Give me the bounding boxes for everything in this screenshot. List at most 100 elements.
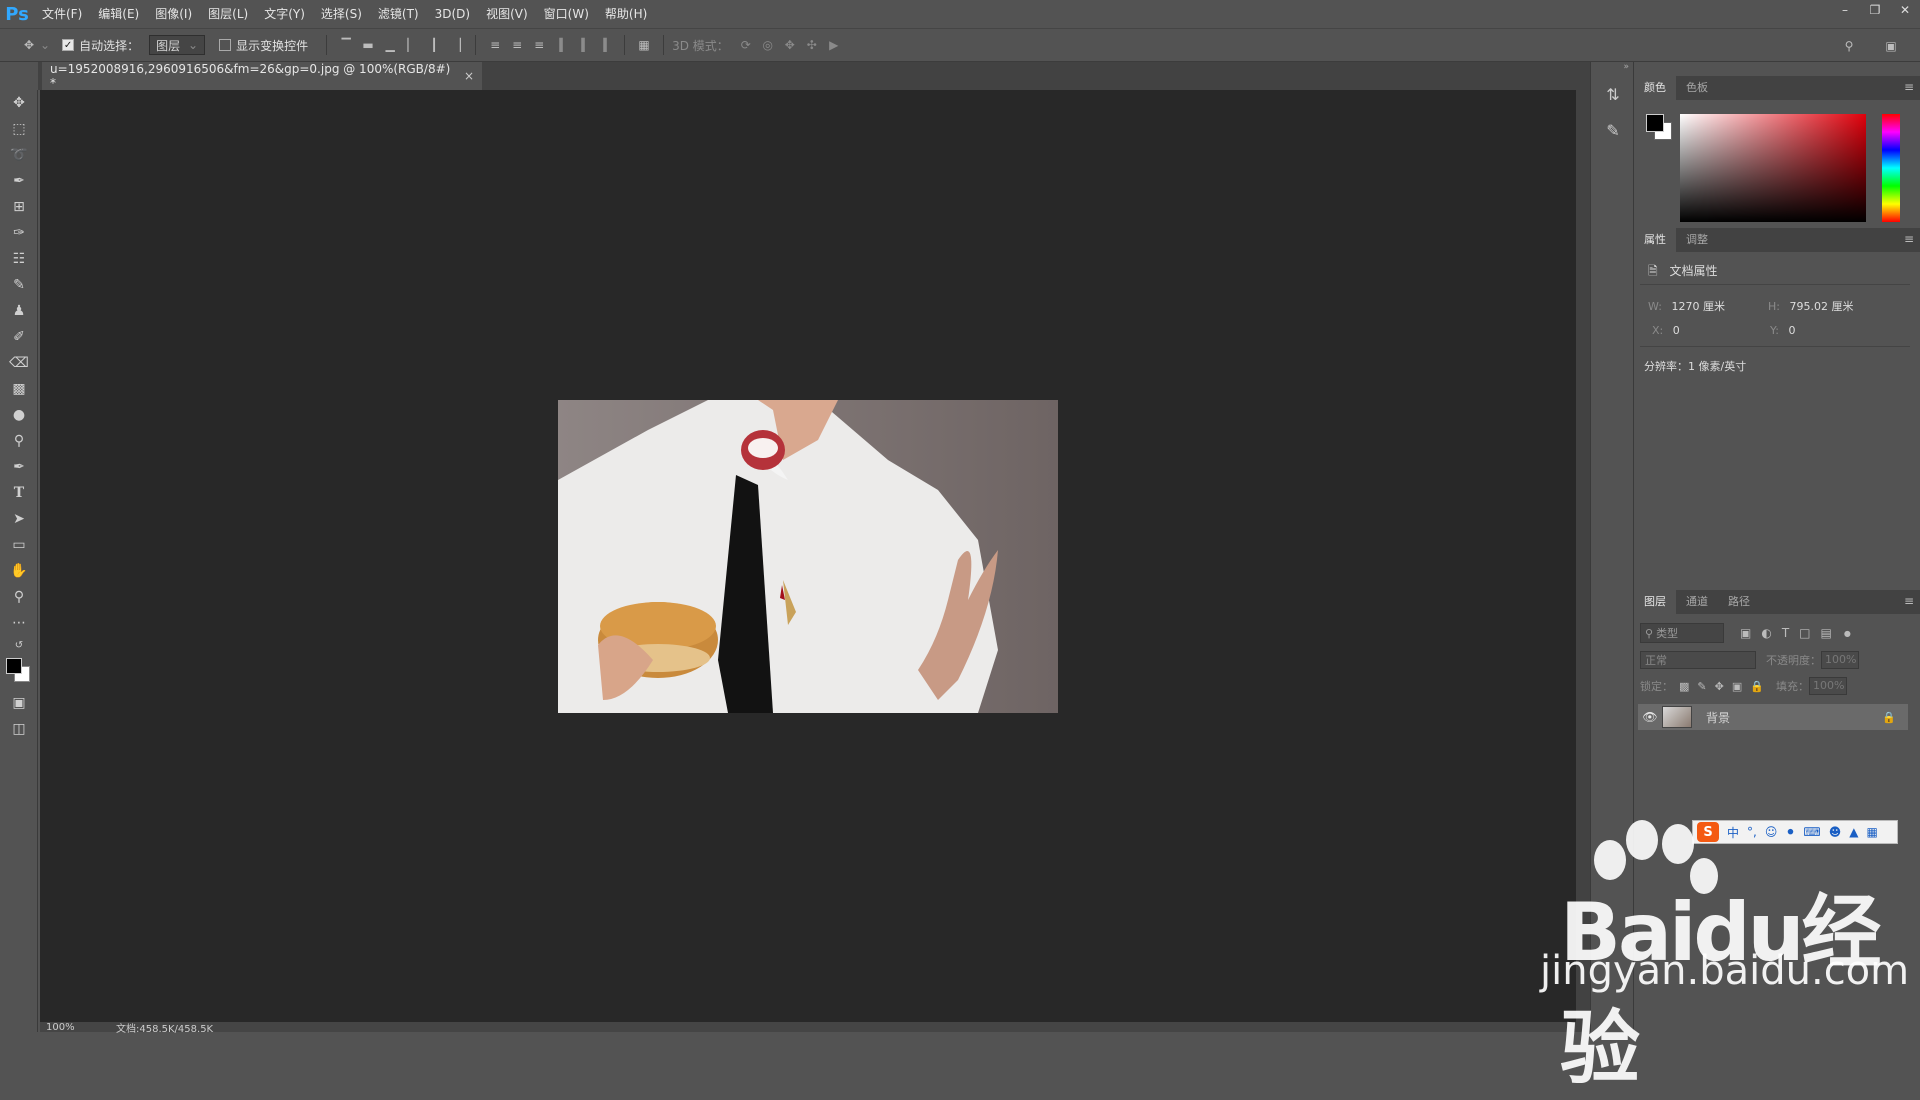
more-tools-icon[interactable]: ⋯ <box>0 610 38 636</box>
clone-stamp-tool-icon[interactable]: ♟ <box>0 298 38 324</box>
filter-pixel-icon[interactable]: ▣ <box>1740 626 1751 640</box>
tab-properties[interactable]: 属性 <box>1634 228 1676 252</box>
healing-brush-tool-icon[interactable]: ☷ <box>0 246 38 272</box>
pen-tool-icon[interactable]: ✒ <box>0 454 38 480</box>
quick-select-tool-icon[interactable]: ✒ <box>0 168 38 194</box>
filter-smart-object-icon[interactable]: ▤ <box>1821 626 1832 640</box>
marquee-tool-icon[interactable]: ⬚ <box>0 116 38 142</box>
ps-logo[interactable]: Ps <box>0 0 34 28</box>
zoom-tool-icon[interactable]: ⚲ <box>0 584 38 610</box>
screen-mode-icon[interactable]: ◫ <box>0 716 38 742</box>
menu-window[interactable]: 窗口(W) <box>536 0 597 28</box>
gradient-tool-icon[interactable]: ▩ <box>0 376 38 402</box>
move-tool-preset-icon[interactable]: ✥ <box>18 34 40 56</box>
eraser-tool-icon[interactable]: ⌫ <box>0 350 38 376</box>
menu-file[interactable]: 文件(F) <box>34 0 90 28</box>
panel-menu-icon[interactable]: ≡ <box>1904 232 1914 246</box>
history-brush-tool-icon[interactable]: ✐ <box>0 324 38 350</box>
align-bottom-icon[interactable]: ▁ <box>379 34 401 56</box>
restore-icon[interactable]: ❐ <box>1860 0 1890 20</box>
distribute-top-icon[interactable]: ≡ <box>484 34 506 56</box>
menu-layer[interactable]: 图层(L) <box>200 0 256 28</box>
lock-transparent-icon[interactable]: ▩ <box>1679 680 1689 693</box>
canvas-area[interactable] <box>40 90 1576 1022</box>
rectangle-tool-icon[interactable]: ▭ <box>0 532 38 558</box>
width-value[interactable]: 1270 厘米 <box>1671 300 1725 313</box>
color-swatches[interactable] <box>0 654 37 690</box>
lasso-tool-icon[interactable]: ➰ <box>0 142 38 168</box>
opacity-input[interactable]: 100% <box>1821 651 1859 669</box>
dodge-tool-icon[interactable]: ⚲ <box>0 428 38 454</box>
y-value[interactable]: 0 <box>1788 324 1795 337</box>
document-tab[interactable]: u=1952008916,2960916506&fm=26&gp=0.jpg @… <box>42 62 482 90</box>
tool-presets-panel-icon[interactable]: ✎ <box>1591 112 1635 148</box>
distribute-right-icon[interactable]: ║ <box>594 34 616 56</box>
lock-all-icon[interactable]: 🔒 <box>1750 680 1764 693</box>
filter-type-icon[interactable]: T <box>1782 626 1789 640</box>
align-hcenter-icon[interactable]: ┃ <box>423 34 445 56</box>
align-top-icon[interactable]: ▔ <box>335 34 357 56</box>
show-transform-checkbox[interactable] <box>219 39 232 51</box>
color-spectrum[interactable] <box>1680 114 1866 222</box>
brush-tool-icon[interactable]: ✎ <box>0 272 38 298</box>
menu-3d[interactable]: 3D(D) <box>427 0 478 28</box>
menu-type[interactable]: 文字(Y) <box>256 0 313 28</box>
3d-slide-icon[interactable]: ✣ <box>801 34 823 56</box>
minimize-icon[interactable]: – <box>1830 0 1860 20</box>
layer-row[interactable]: 👁 背景 🔒 <box>1638 704 1908 730</box>
foreground-color-swatch[interactable] <box>1646 114 1664 132</box>
tab-paths[interactable]: 路径 <box>1718 590 1760 614</box>
search-icon[interactable]: ⚲ <box>1838 35 1860 57</box>
layer-filter-select[interactable]: ⚲ 类型 <box>1640 623 1724 643</box>
menu-select[interactable]: 选择(S) <box>313 0 370 28</box>
distribute-vcenter-icon[interactable]: ≡ <box>506 34 528 56</box>
distribute-hcenter-icon[interactable]: ║ <box>572 34 594 56</box>
fill-input[interactable]: 100% <box>1808 677 1847 695</box>
filter-adjustment-icon[interactable]: ◐ <box>1761 626 1771 640</box>
close-tab-icon[interactable]: × <box>464 69 474 83</box>
align-right-icon[interactable]: ▕ <box>445 34 467 56</box>
menu-edit[interactable]: 编辑(E) <box>90 0 147 28</box>
auto-align-icon[interactable]: ▦ <box>633 34 655 56</box>
menu-help[interactable]: 帮助(H) <box>597 0 655 28</box>
panel-menu-icon[interactable]: ≡ <box>1904 80 1914 94</box>
menu-view[interactable]: 视图(V) <box>478 0 536 28</box>
distribute-bottom-icon[interactable]: ≡ <box>528 34 550 56</box>
x-value[interactable]: 0 <box>1673 324 1680 337</box>
history-panel-icon[interactable]: ⇅ <box>1591 76 1635 112</box>
tab-swatches[interactable]: 色板 <box>1676 76 1718 100</box>
lock-position-icon[interactable]: ✥ <box>1715 680 1724 693</box>
document-image[interactable] <box>558 400 1058 713</box>
3d-roll-icon[interactable]: ◎ <box>757 34 779 56</box>
auto-select-checkbox[interactable]: ✓ <box>62 39 75 51</box>
align-left-icon[interactable]: ▏ <box>401 34 423 56</box>
collapse-icon[interactable]: » <box>1591 62 1633 76</box>
chevron-down-icon[interactable]: ⌄ <box>40 38 50 52</box>
swap-colors-icon[interactable]: ↺ <box>0 636 38 654</box>
path-select-tool-icon[interactable]: ➤ <box>0 506 38 532</box>
hue-slider[interactable] <box>1882 114 1900 222</box>
quick-mask-icon[interactable]: ▣ <box>0 690 38 716</box>
3d-scale-icon[interactable]: ▶ <box>823 34 845 56</box>
move-tool-icon[interactable]: ✥ <box>0 90 38 116</box>
auto-select-dropdown[interactable]: 图层 ⌄ <box>149 35 206 55</box>
align-vcenter-icon[interactable]: ▬ <box>357 34 379 56</box>
workspace-icon[interactable]: ▣ <box>1880 35 1902 57</box>
height-value[interactable]: 795.02 厘米 <box>1789 300 1853 313</box>
blur-tool-icon[interactable]: ● <box>0 402 38 428</box>
hand-tool-icon[interactable]: ✋ <box>0 558 38 584</box>
type-tool-icon[interactable]: T <box>0 480 38 506</box>
tab-color[interactable]: 颜色 <box>1634 76 1676 100</box>
doc-size[interactable]: 文档:458.5K/458.5K <box>116 1020 213 1035</box>
lock-image-icon[interactable]: ✎ <box>1697 680 1706 693</box>
filter-toggle-icon[interactable]: ● <box>1844 629 1851 638</box>
panel-menu-icon[interactable]: ≡ <box>1904 594 1914 608</box>
eyedropper-tool-icon[interactable]: ✑ <box>0 220 38 246</box>
tab-adjustments[interactable]: 调整 <box>1676 228 1718 252</box>
zoom-level[interactable]: 100% <box>46 1022 116 1033</box>
tab-channels[interactable]: 通道 <box>1676 590 1718 614</box>
foreground-color-swatch[interactable] <box>6 658 22 674</box>
close-icon[interactable]: ✕ <box>1890 0 1920 20</box>
filter-shape-icon[interactable]: □ <box>1799 626 1810 640</box>
lock-artboard-icon[interactable]: ▣ <box>1732 680 1742 693</box>
